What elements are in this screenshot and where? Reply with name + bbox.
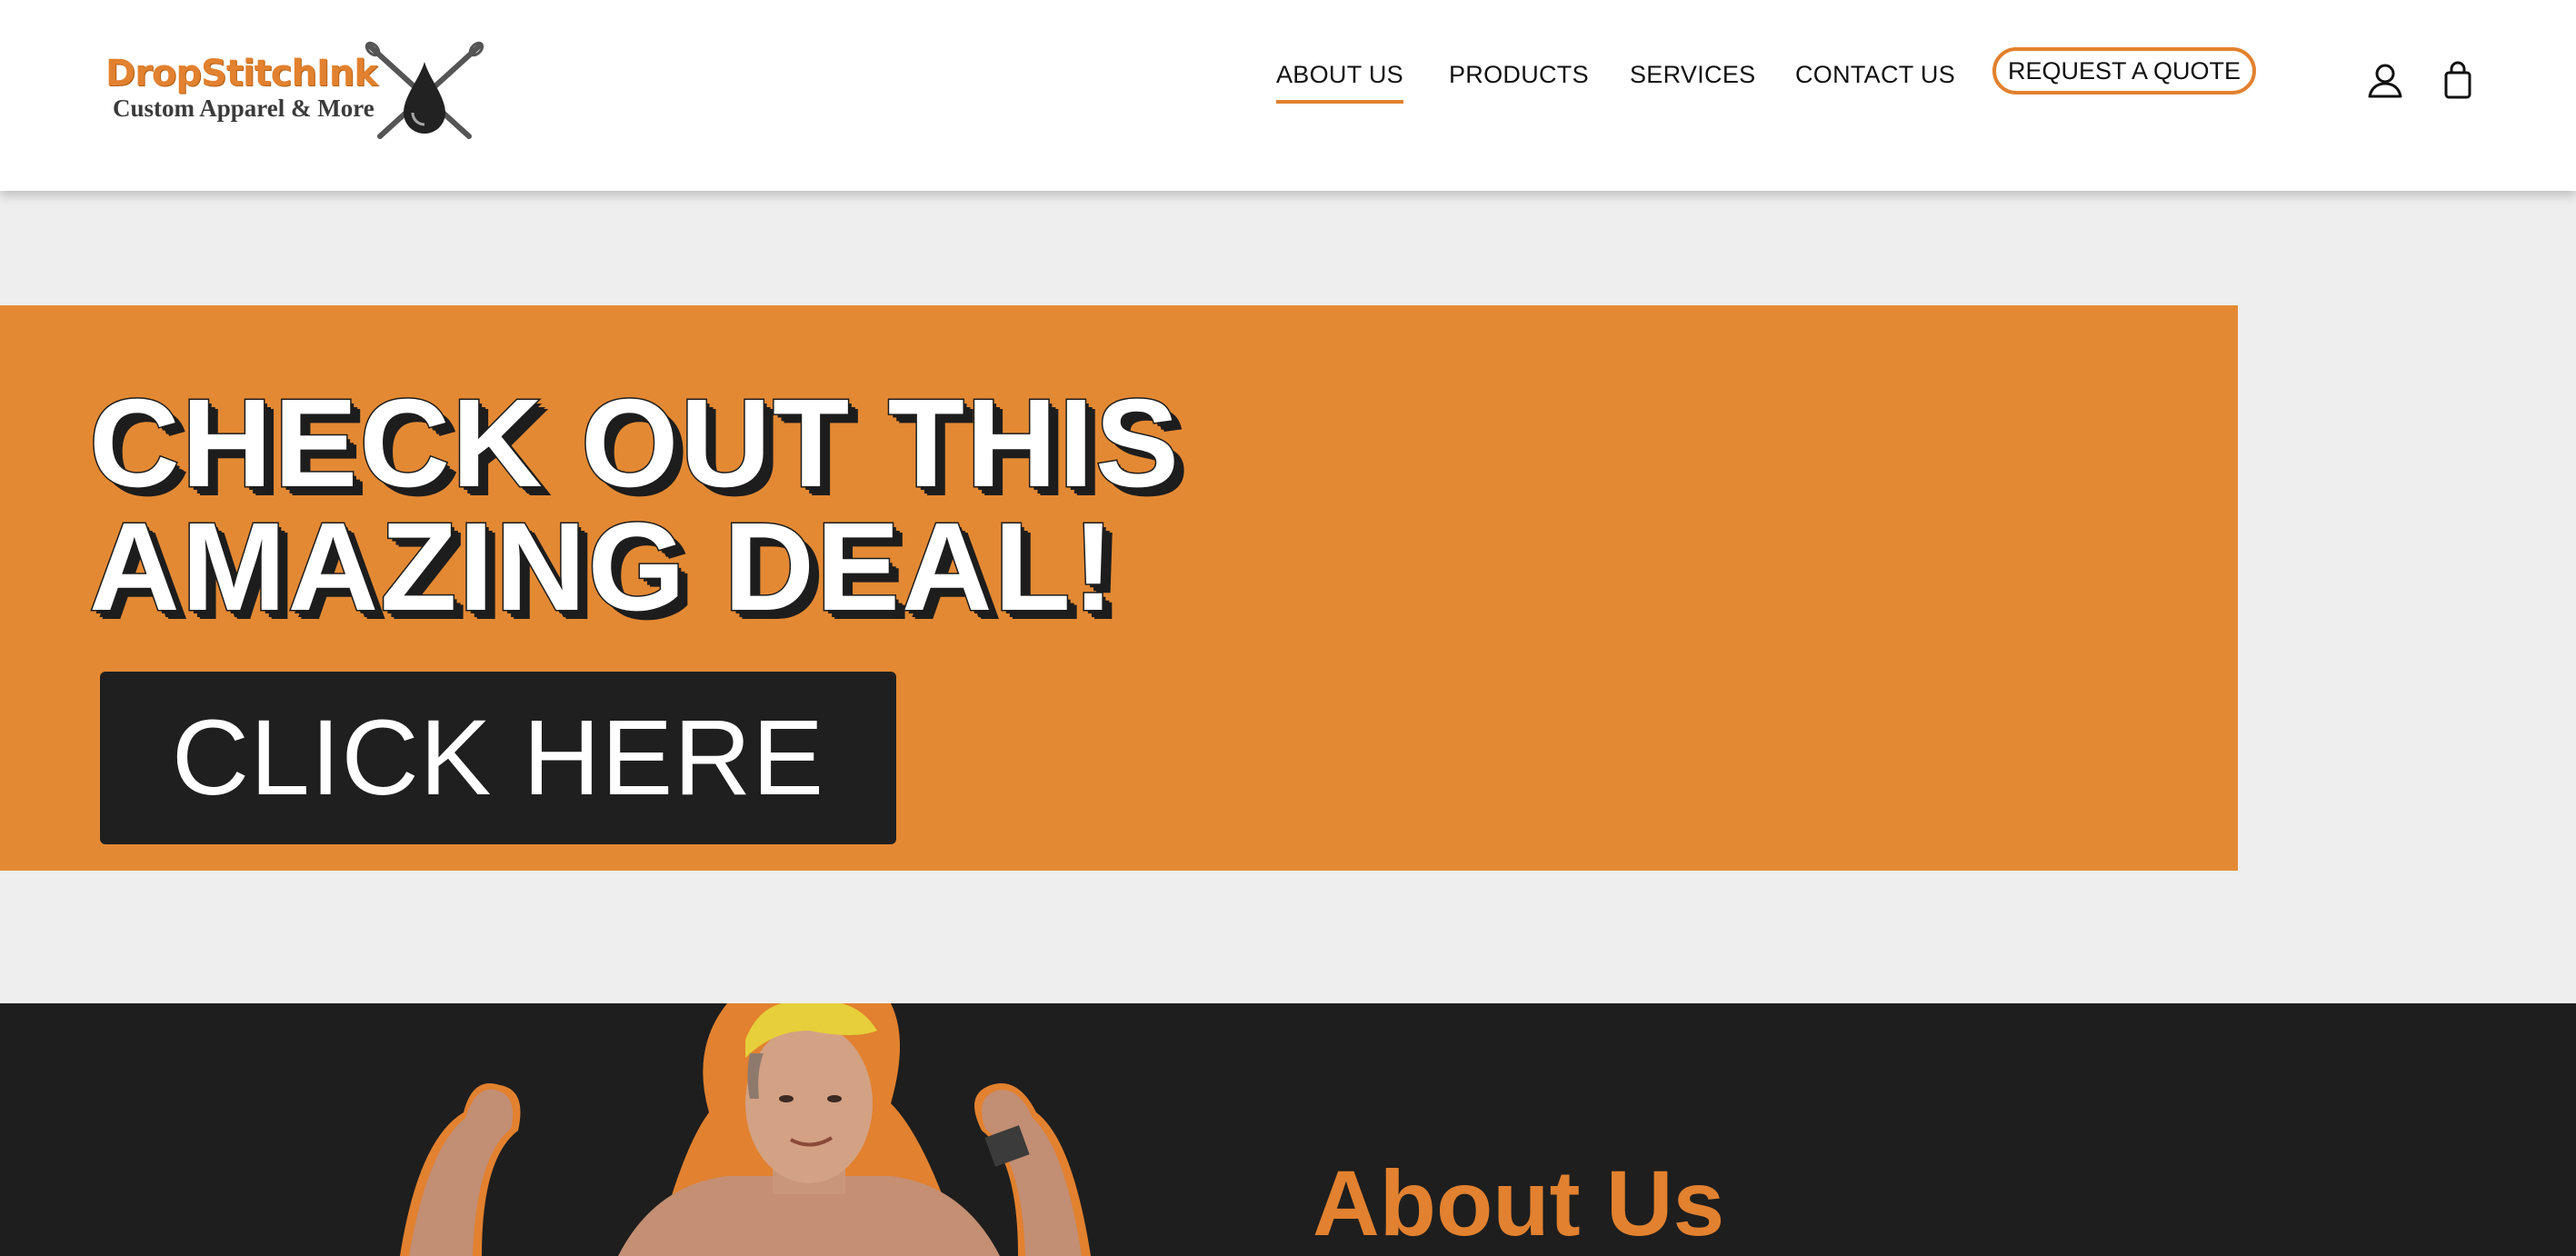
logo-tagline: Custom Apparel & More <box>113 95 374 122</box>
promo-headline: CHECK OUT THIS AMAZING DEAL! <box>88 374 1543 637</box>
about-hero-photo <box>400 1003 1091 1256</box>
site-header: DropStitchInk Custom Apparel & More ABOU… <box>0 0 2576 191</box>
shopping-bag-icon[interactable] <box>2438 60 2478 100</box>
click-here-button[interactable]: CLICK HERE <box>100 672 896 844</box>
promo-headline-line2: AMAZING DEAL! <box>88 497 1116 637</box>
nav-about-us[interactable]: ABOUT US <box>1276 56 1403 107</box>
promo-banner: CHECK OUT THIS AMAZING DEAL! CLICK HERE <box>0 305 2238 871</box>
nav-services[interactable]: SERVICES <box>1630 56 1755 107</box>
nav-products[interactable]: PRODUCTS <box>1449 56 1589 107</box>
account-icon[interactable] <box>2365 60 2405 100</box>
logo-wordmark: DropStitchInk <box>105 53 378 95</box>
needle-ink-drop-icon <box>364 41 484 139</box>
about-section: About Us <box>0 1003 2576 1256</box>
request-quote-button[interactable]: REQUEST A QUOTE <box>1992 47 2256 95</box>
site-logo[interactable]: DropStitchInk Custom Apparel & More <box>102 36 493 145</box>
about-heading: About Us <box>1313 1151 1725 1255</box>
nav-contact-us[interactable]: CONTACT US <box>1795 56 1955 107</box>
promo-headline-line1: CHECK OUT THIS <box>88 374 1181 513</box>
